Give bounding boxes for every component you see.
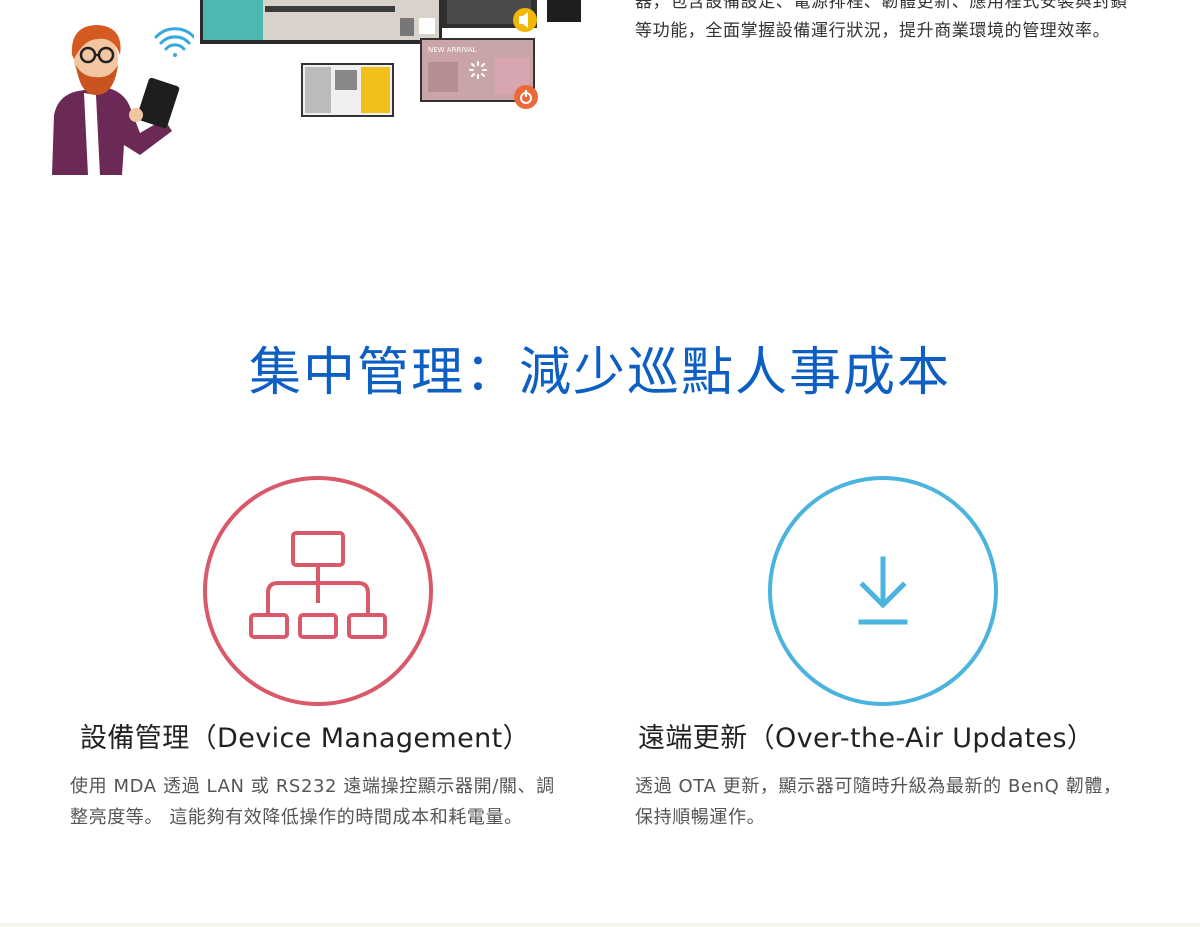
section-divider <box>0 923 1200 927</box>
feature-description-device-management: 使用 MDA 透過 LAN 或 RS232 遠端操控顯示器開/關、調整亮度等。 … <box>70 776 555 828</box>
hero-description: 器，包含設備設定、電源排程、韌體更新、應用程式安裝與封鎖等功能，全面掌握設備運行… <box>635 0 1128 41</box>
man-with-tablet-illustration <box>52 25 194 175</box>
hero-section: NEW ARRIVAL 器，包含設備設定、電源排程、韌體更新、應用程式安裝與封鎖… <box>0 0 1200 175</box>
digital-signage-screens-illustration: NEW ARRIVAL <box>200 0 581 117</box>
screen-banner-text: NEW ARRIVAL <box>428 46 477 54</box>
wifi-icon <box>154 27 194 57</box>
page: NEW ARRIVAL 器，包含設備設定、電源排程、韌體更新、應用程式安裝與封鎖… <box>0 0 1200 927</box>
tablet-icon <box>136 77 180 129</box>
section-title: 集中管理：減少巡點人事成本 <box>248 343 951 403</box>
feature-heading-device-management: 設備管理（Device Management） <box>80 723 530 754</box>
feature-description-ota-updates: 透過 OTA 更新，顯示器可隨時升級為最新的 BenQ 韌體，保持順暢運作。 <box>635 776 1122 828</box>
download-icon <box>768 476 998 706</box>
feature-heading-ota-updates: 遠端更新（Over-the-Air Updates） <box>638 723 1095 754</box>
sitemap-icon <box>203 476 433 706</box>
